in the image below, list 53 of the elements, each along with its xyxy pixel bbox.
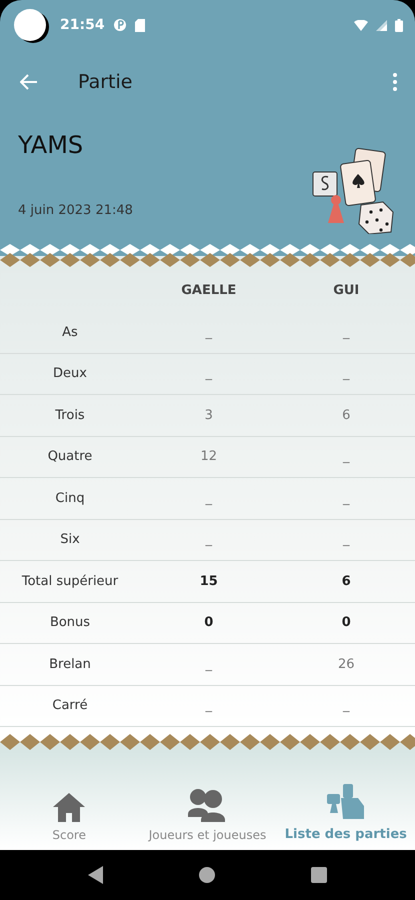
more-options-icon[interactable] xyxy=(393,73,397,91)
home-nav-icon[interactable] xyxy=(199,867,216,883)
player-column-header: GAELLE xyxy=(180,282,238,298)
score-category: Bonus xyxy=(48,615,92,630)
app-notification-icon xyxy=(112,18,127,32)
score-cell[interactable]: _ xyxy=(140,366,278,382)
game-date: 4 juin 2023 21:48 xyxy=(18,203,133,218)
score-cell[interactable]: _ xyxy=(140,324,278,340)
score-cell[interactable]: 6 xyxy=(278,408,415,423)
score-category: Quatre xyxy=(46,449,94,464)
score-cell[interactable]: _ xyxy=(278,532,415,548)
game-name: YAMS xyxy=(18,131,84,159)
wifi-icon xyxy=(354,20,368,30)
score-cell[interactable]: 6 xyxy=(278,574,415,589)
players-icon xyxy=(187,788,228,822)
score-cell[interactable]: _ xyxy=(278,366,415,382)
score-category: Carré xyxy=(51,698,89,714)
score-category: Six xyxy=(59,532,81,548)
score-cell[interactable]: _ xyxy=(278,324,415,340)
nav-tab[interactable]: Joueurs et joueuses xyxy=(138,752,277,850)
status-time: 21:54 xyxy=(60,17,105,33)
sd-card-icon xyxy=(134,18,145,32)
score-cell[interactable]: _ xyxy=(140,490,278,506)
score-cell[interactable]: 15 xyxy=(140,574,278,589)
score-category: As xyxy=(61,324,79,340)
nav-tab[interactable]: Liste des parties xyxy=(276,752,415,850)
score-cell[interactable]: _ xyxy=(140,656,278,672)
camera-dot xyxy=(14,9,46,41)
nav-tab[interactable]: Score xyxy=(0,752,138,850)
game-pieces-icon xyxy=(326,783,366,821)
battery-icon xyxy=(395,18,403,32)
back-arrow-icon[interactable] xyxy=(20,74,38,90)
score-cell[interactable]: _ xyxy=(278,698,415,714)
score-category: Brelan xyxy=(48,656,92,672)
score-cell[interactable]: _ xyxy=(140,532,278,548)
score-category: Trois xyxy=(54,408,86,423)
score-cell[interactable]: 0 xyxy=(140,615,278,630)
score-category: Deux xyxy=(52,366,88,382)
score-cell[interactable]: _ xyxy=(278,490,415,506)
player-column-header: GUI xyxy=(332,282,360,298)
score-category: Total supérieur xyxy=(20,574,120,589)
score-cell[interactable]: 0 xyxy=(278,615,415,630)
score-category: Cinq xyxy=(54,490,86,506)
signal-icon xyxy=(376,20,387,30)
recents-nav-icon[interactable] xyxy=(311,867,328,883)
score-cell[interactable]: 3 xyxy=(140,408,278,423)
score-cell[interactable]: _ xyxy=(278,449,415,464)
home-icon xyxy=(52,792,86,822)
score-cell[interactable]: 26 xyxy=(278,656,415,672)
app-bar-title: Partie xyxy=(78,71,132,93)
score-cell[interactable]: _ xyxy=(140,698,278,714)
back-nav-icon[interactable] xyxy=(88,866,104,884)
score-cell[interactable]: 12 xyxy=(140,449,278,464)
